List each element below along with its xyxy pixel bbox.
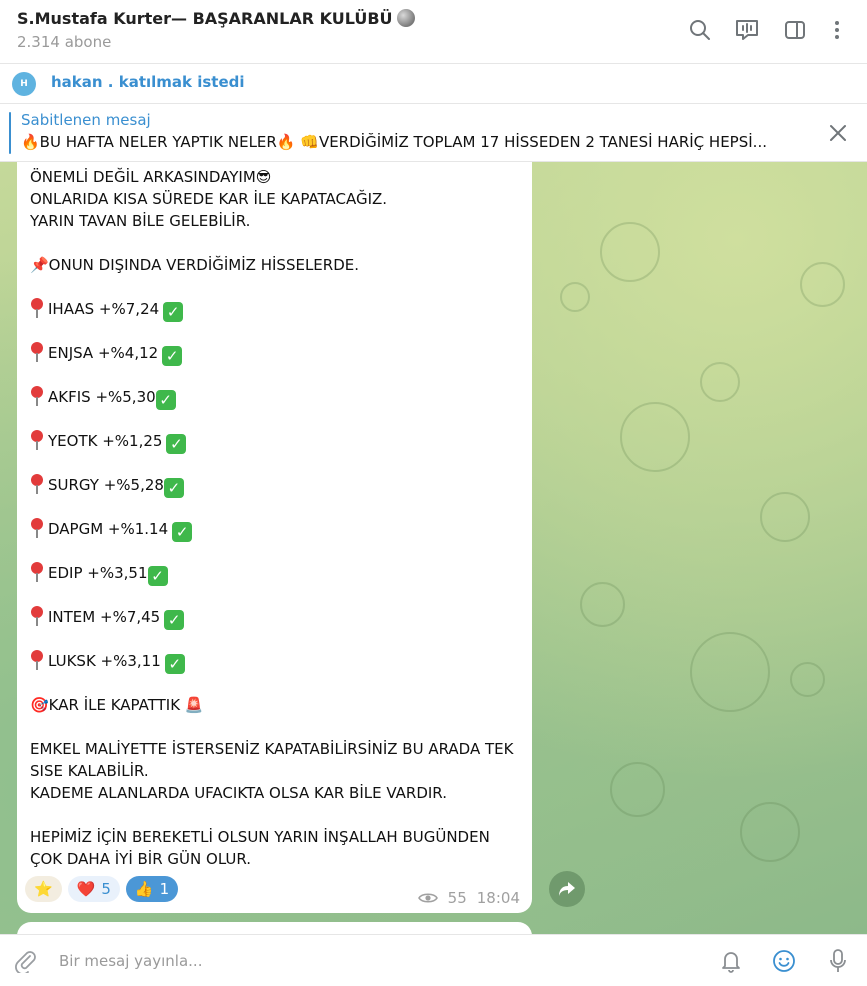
check-icon: ✓ <box>164 654 185 674</box>
background-doodle <box>700 362 740 402</box>
bell-icon[interactable] <box>717 947 745 975</box>
check-icon: ✓ <box>166 434 187 454</box>
stock-text: SURGY +%5,28 <box>48 476 164 494</box>
stock-line: DAPGM +%1.14 ✓ <box>30 518 525 542</box>
check-icon: ✓ <box>163 302 184 322</box>
star-icon: ⭐ <box>34 880 53 898</box>
background-doodle <box>580 582 625 627</box>
pin-icon <box>30 562 44 582</box>
channel-title[interactable]: S.Mustafa Kurter— BAŞARANLAR KULÜBÜ <box>17 9 415 28</box>
stock-line: LUKSK +%3,11 ✓ <box>30 650 525 674</box>
mic-icon[interactable] <box>824 947 852 975</box>
background-doodle <box>790 662 825 697</box>
background-doodle <box>620 402 690 472</box>
message-line: EMKEL MALİYETTE İSTERSENİZ KAPATABİLİRSİ… <box>30 740 514 758</box>
channel-header: S.Mustafa Kurter— BAŞARANLAR KULÜBÜ 2.31… <box>0 0 867 64</box>
pin-icon <box>30 430 44 450</box>
stock-text: EDIP +%3,51 <box>48 564 148 582</box>
emoji-icon[interactable] <box>770 947 798 975</box>
stock-line: YEOTK +%1,25 ✓ <box>30 430 525 454</box>
check-icon: ✓ <box>172 522 193 542</box>
background-doodle <box>760 492 810 542</box>
thumbs-up-icon: 👍 <box>134 880 154 898</box>
stock-line: ENJSA +%4,12 ✓ <box>30 342 525 366</box>
heart-icon: ❤️ <box>76 880 96 898</box>
avatar: H <box>12 72 36 96</box>
stock-text: IHAAS +%7,24 <box>48 300 160 318</box>
stock-line: IHAAS +%7,24 ✓ <box>30 298 525 322</box>
pinned-message-bar[interactable]: Sabitlenen mesaj 🔥BU HAFTA NELER YAPTIK … <box>0 104 867 162</box>
message-line: ONLARIDA KISA SÜREDE KAR İLE KAPATACAĞIZ… <box>30 190 388 208</box>
check-icon: ✓ <box>164 610 185 630</box>
reaction-count: 1 <box>159 880 170 898</box>
message-input[interactable]: Bir mesaj yayınla... <box>59 952 202 970</box>
share-icon <box>559 882 575 896</box>
message-line: KADEME ALANLARDA UFACIKTA OLSA KAR BİLE … <box>30 784 447 802</box>
pin-icon <box>30 474 44 494</box>
background-doodle <box>600 222 660 282</box>
pin-icon <box>30 342 44 362</box>
eye-icon <box>417 893 438 903</box>
pin-icon <box>30 518 44 538</box>
message-text: ÖNEMLİ DEĞİL ARKASINDAYIM😎 ONLARIDA KISA… <box>30 166 525 870</box>
message-bubble[interactable]: ÖNEMLİ DEĞİL ARKASINDAYIM😎 ONLARIDA KISA… <box>17 162 532 913</box>
pinned-label: Sabitlenen mesaj <box>21 111 151 129</box>
close-icon[interactable] <box>829 124 847 142</box>
background-doodle <box>740 802 800 862</box>
closing-line: 🎯KAR İLE KAPATTIK 🚨 <box>30 696 204 714</box>
share-button[interactable] <box>549 871 585 907</box>
channel-title-text: S.Mustafa Kurter— BAŞARANLAR KULÜBÜ <box>17 9 393 28</box>
stock-line: INTEM +%7,45 ✓ <box>30 606 525 630</box>
reaction-star[interactable]: ⭐ <box>25 876 62 902</box>
stock-text: AKFIS +%5,30 <box>48 388 156 406</box>
check-icon: ✓ <box>163 478 184 498</box>
stock-line: AKFIS +%5,30 ✓ <box>30 386 525 410</box>
check-icon: ✓ <box>155 390 176 410</box>
message-line: HEPİMİZ İÇİN BEREKETLİ OLSUN YARIN İNŞAL… <box>30 828 490 846</box>
reactions: ⭐ ❤️ 5 👍 1 <box>25 876 179 904</box>
pin-icon <box>30 298 44 318</box>
more-icon[interactable] <box>823 16 851 44</box>
reaction-thumbs-up[interactable]: 👍 1 <box>125 876 179 902</box>
stock-text: ENJSA +%4,12 <box>48 344 159 362</box>
subscriber-count: 2.314 abone <box>17 33 112 51</box>
pinned-indicator <box>9 112 11 154</box>
pin-icon <box>30 606 44 626</box>
attach-icon[interactable] <box>11 947 39 975</box>
reaction-count: 5 <box>101 880 111 898</box>
check-icon: ✓ <box>162 346 183 366</box>
reaction-heart[interactable]: ❤️ 5 <box>67 876 120 902</box>
moon-icon <box>396 9 415 27</box>
background-doodle <box>610 762 665 817</box>
check-icon: ✓ <box>147 566 168 586</box>
stock-line: EDIP +%3,51 ✓ <box>30 562 525 586</box>
sidebar-toggle-icon[interactable] <box>781 16 809 44</box>
join-request-text[interactable]: hakan . katılmak istedi <box>51 73 245 91</box>
view-count: 55 <box>447 889 467 907</box>
stock-text: LUKSK +%3,11 <box>48 652 161 670</box>
message-meta: 55 18:04 <box>417 889 520 907</box>
background-doodle <box>690 632 770 712</box>
background-doodle <box>800 262 845 307</box>
message-line: SISE KALABİLİR. <box>30 762 149 780</box>
stock-text: DAPGM +%1.14 <box>48 520 169 538</box>
composer: Bir mesaj yayınla... <box>0 934 867 986</box>
join-request-bar[interactable]: H hakan . katılmak istedi <box>0 64 867 104</box>
message-line: ÇOK DAHA İYİ BİR GÜN OLUR. <box>30 850 252 868</box>
pinned-text[interactable]: 🔥BU HAFTA NELER YAPTIK NELER🔥 👊VERDİĞİMİ… <box>21 133 811 151</box>
stock-line: SURGY +%5,28 ✓ <box>30 474 525 498</box>
search-icon[interactable] <box>686 16 714 44</box>
stock-text: YEOTK +%1,25 <box>48 432 163 450</box>
section-title: 📌ONUN DIŞINDA VERDİĞİMİZ HİSSELERDE. <box>30 256 359 274</box>
message-line: YARIN TAVAN BİLE GELEBİLİR. <box>30 212 251 230</box>
message-time: 18:04 <box>476 889 520 907</box>
live-stream-icon[interactable] <box>733 16 761 44</box>
pin-icon <box>30 650 44 670</box>
stock-text: INTEM +%7,45 <box>48 608 161 626</box>
message-line: ÖNEMLİ DEĞİL ARKASINDAYIM😎 <box>30 168 272 186</box>
pin-icon <box>30 386 44 406</box>
background-doodle <box>560 282 590 312</box>
